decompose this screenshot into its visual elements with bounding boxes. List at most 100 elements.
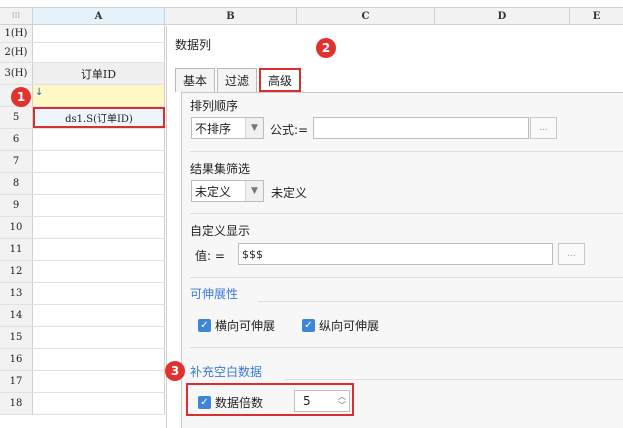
divider	[258, 301, 623, 302]
step-badge-3: 3	[165, 361, 185, 381]
row-header[interactable]: 8	[0, 173, 33, 194]
divider	[190, 213, 623, 214]
row-header[interactable]: 7	[0, 151, 33, 172]
cell-a15[interactable]	[33, 327, 165, 348]
checkbox-checked-icon[interactable]: ✓	[198, 319, 211, 332]
row-header[interactable]: 2(H)	[0, 43, 33, 62]
grid-icon[interactable]: ⁞⁞⁞	[0, 8, 33, 24]
row-header[interactable]: 16	[0, 349, 33, 370]
table-row: 7	[0, 151, 165, 173]
sort-order-select[interactable]: 不排序 ▼	[191, 117, 264, 139]
table-row: 9	[0, 195, 165, 217]
tab-advanced[interactable]: 高级	[259, 68, 302, 92]
custom-display-value-label: 值: =	[195, 249, 225, 263]
cell-a11[interactable]	[33, 239, 165, 260]
table-row: 13	[0, 283, 165, 305]
checkbox-checked-icon[interactable]: ✓	[302, 319, 315, 332]
row-header[interactable]: 15	[0, 327, 33, 348]
row-header[interactable]: 11	[0, 239, 33, 260]
divider	[190, 277, 623, 278]
tab-basic[interactable]: 基本	[175, 68, 216, 92]
row-header[interactable]: 9	[0, 195, 33, 216]
cell-a12[interactable]	[33, 261, 165, 282]
row-header[interactable]: 18	[0, 393, 33, 414]
result-filter-label: 结果集筛选	[190, 162, 251, 176]
cell-a1[interactable]	[33, 25, 165, 42]
dialog-tabs: 基本 过滤 高级	[175, 68, 303, 92]
tab-filter[interactable]: 过滤	[217, 68, 258, 92]
table-row: 8	[0, 173, 165, 195]
result-filter-value: 未定义	[195, 184, 232, 199]
chevron-down-icon: ▼	[245, 181, 263, 201]
step-badge-1: 1	[11, 87, 31, 107]
row-header[interactable]: 12	[0, 261, 33, 282]
table-row: 16	[0, 349, 165, 371]
formula-label: 公式:=	[270, 123, 309, 137]
divider	[190, 347, 623, 348]
cell-a3[interactable]: 订单ID	[33, 63, 165, 84]
column-header-a[interactable]: A	[33, 8, 165, 24]
cell-a9[interactable]	[33, 195, 165, 216]
row-header[interactable]: 14	[0, 305, 33, 326]
cell-a17[interactable]	[33, 371, 165, 392]
table-row: 6	[0, 129, 165, 151]
row-header[interactable]: 1(H)	[0, 25, 33, 42]
cell-a5[interactable]: ds1.S(订单ID)	[33, 107, 165, 128]
fill-blank-data-label: 补充空白数据	[190, 365, 263, 379]
cell-a8[interactable]	[33, 173, 165, 194]
column-header-e[interactable]: E	[570, 8, 623, 24]
result-filter-text: 未定义	[271, 186, 308, 200]
custom-display-label: 自定义显示	[190, 224, 251, 238]
cell-a18[interactable]	[33, 393, 165, 414]
table-row: 12	[0, 261, 165, 283]
highlight-box	[186, 383, 354, 416]
table-row: 15	[0, 327, 165, 349]
table-row: 10	[0, 217, 165, 239]
table-row: 2(H)	[0, 43, 165, 63]
column-header-d[interactable]: D	[435, 8, 570, 24]
table-row: 3(H) 订单ID	[0, 63, 165, 85]
formula-edit-button[interactable]: ...	[530, 117, 557, 139]
cell-a7[interactable]	[33, 151, 165, 172]
row-header[interactable]: 17	[0, 371, 33, 392]
cell-a13[interactable]	[33, 283, 165, 304]
divider	[190, 151, 623, 152]
cell-a4[interactable]	[33, 85, 165, 106]
column-header-row: ⁞⁞⁞ A B C D E	[0, 7, 623, 25]
expand-down-arrow-icon: ↓	[35, 87, 44, 98]
dialog-title: 数据列	[175, 38, 212, 52]
formula-input[interactable]	[313, 117, 529, 139]
advanced-panel: 排列顺序 不排序 ▼ 公式:= ... 结果集筛选 未定义 ▼ 未定义 自定义显…	[181, 92, 623, 428]
table-row: 14	[0, 305, 165, 327]
step-badge-2: 2	[316, 38, 336, 58]
table-row: 18	[0, 393, 165, 415]
horizontal-expand-label: 横向可伸展	[215, 319, 276, 333]
sort-order-value: 不排序	[195, 121, 232, 136]
column-header-b[interactable]: B	[165, 8, 297, 24]
sort-order-label: 排列顺序	[190, 99, 239, 113]
column-header-c[interactable]: C	[297, 8, 435, 24]
row-header[interactable]: 13	[0, 283, 33, 304]
custom-display-edit-button[interactable]: ...	[558, 243, 585, 265]
row-header[interactable]: 5	[0, 107, 33, 128]
chevron-down-icon: ▼	[245, 118, 263, 138]
row-header[interactable]: 10	[0, 217, 33, 238]
table-row: 1(H)	[0, 25, 165, 43]
cell-a10[interactable]	[33, 217, 165, 238]
cell-a16[interactable]	[33, 349, 165, 370]
expandability-label: 可伸展性	[190, 287, 239, 301]
divider	[285, 379, 623, 380]
custom-display-input[interactable]: $$$	[238, 243, 553, 265]
result-filter-select[interactable]: 未定义 ▼	[191, 180, 264, 202]
vertical-expand-option[interactable]: ✓ 纵向可伸展	[302, 317, 379, 334]
cell-a6[interactable]	[33, 129, 165, 150]
cell-a2[interactable]	[33, 43, 165, 62]
table-row: 11	[0, 239, 165, 261]
horizontal-expand-option[interactable]: ✓ 横向可伸展	[198, 317, 275, 334]
row-header[interactable]: 3(H)	[0, 63, 33, 84]
data-column-dialog: 数据列 基本 过滤 高级 排列顺序 不排序 ▼ 公式:= ... 结果集筛选 未…	[166, 26, 623, 428]
table-row: 5 ds1.S(订单ID)	[0, 107, 165, 129]
cell-a14[interactable]	[33, 305, 165, 326]
table-row: 17	[0, 371, 165, 393]
row-header[interactable]: 6	[0, 129, 33, 150]
